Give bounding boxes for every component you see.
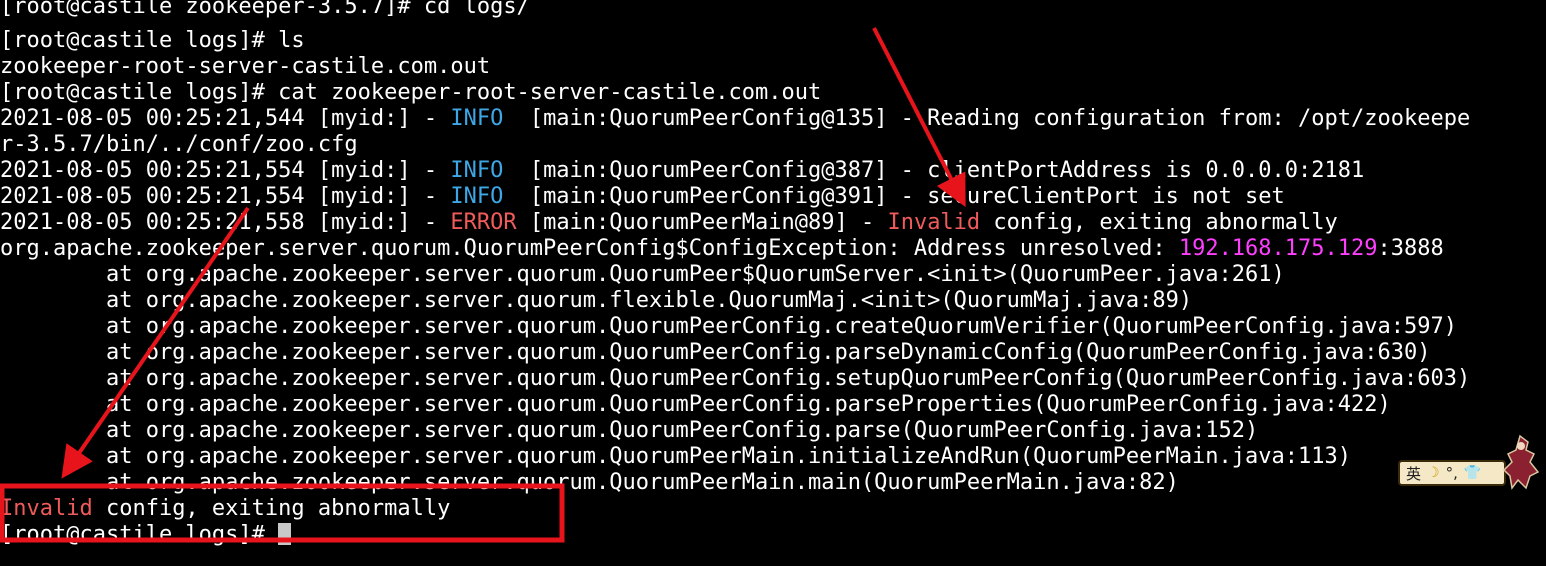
ime-mascot-icon <box>1502 434 1540 490</box>
stack-trace-line: at org.apache.zookeeper.server.quorum.fl… <box>0 288 1192 314</box>
log-level-info: INFO <box>450 106 504 131</box>
error-summary-line: Invalid config, exiting abnormally <box>0 496 450 522</box>
shell-prompt: [root@castile logs]# <box>0 522 279 547</box>
stack-trace-line: at org.apache.zookeeper.server.quorum.Qu… <box>0 444 1351 470</box>
terminal-line: [root@castile zookeeper-3.5.7]# cd logs/ <box>0 0 530 20</box>
log-prefix: 2021-08-05 00:25:21,558 [myid:] - <box>0 210 451 235</box>
stack-frame: at org.apache.zookeeper.server.quorum.Qu… <box>0 314 1457 339</box>
stack-trace-line: at org.apache.zookeeper.server.quorum.Qu… <box>0 470 1179 496</box>
ip-address: 192.168.175.129 <box>1178 236 1378 261</box>
terminal-line: [root@castile logs]# cat zookeeper-root-… <box>0 80 821 106</box>
stack-frame: at org.apache.zookeeper.server.quorum.fl… <box>0 288 1193 313</box>
punctuation-icon[interactable]: °, <box>1446 464 1458 482</box>
log-level-info: INFO <box>450 184 504 209</box>
log-source: [main:QuorumPeerMain@89] - <box>516 210 888 235</box>
log-level-error: ERROR <box>450 210 517 235</box>
terminal-line: zookeeper-root-server-castile.com.out <box>0 54 490 80</box>
log-prefix: 2021-08-05 00:25:21,544 [myid:] - <box>0 106 451 131</box>
log-message: [main:QuorumPeerConfig@135] - Reading co… <box>503 106 1471 131</box>
stack-trace-line: at org.apache.zookeeper.server.quorum.Qu… <box>0 314 1457 340</box>
exception-text: org.apache.zookeeper.server.quorum.Quoru… <box>0 236 1179 261</box>
log-line: 2021-08-05 00:25:21,554 [myid:] - INFO [… <box>0 158 1364 184</box>
stack-trace-line: at org.apache.zookeeper.server.quorum.Qu… <box>0 340 1431 366</box>
log-line: 2021-08-05 00:25:21,544 [myid:] - INFO [… <box>0 106 1470 132</box>
error-summary-text: config, exiting abnormally <box>92 496 451 521</box>
terminal-window[interactable]: [root@castile zookeeper-3.5.7]# cd logs/… <box>0 0 1546 566</box>
command-text: [root@castile logs]# cat zookeeper-root-… <box>0 80 822 105</box>
log-prefix: 2021-08-05 00:25:21,554 [myid:] - <box>0 158 451 183</box>
moon-icon[interactable]: ☽ <box>1427 465 1440 481</box>
stack-frame: at org.apache.zookeeper.server.quorum.Qu… <box>0 418 1259 443</box>
log-prefix: 2021-08-05 00:25:21,554 [myid:] - <box>0 184 451 209</box>
stack-frame: at org.apache.zookeeper.server.quorum.Qu… <box>0 392 1391 417</box>
stack-trace-line: at org.apache.zookeeper.server.quorum.Qu… <box>0 262 1285 288</box>
exception-line: org.apache.zookeeper.server.quorum.Quoru… <box>0 236 1444 262</box>
log-line-error: 2021-08-05 00:25:21,558 [myid:] - ERROR … <box>0 210 1338 236</box>
command-text: [root@castile zookeeper-3.5.7]# cd logs/ <box>0 0 530 19</box>
port-text: :3888 <box>1377 236 1444 261</box>
log-message: [main:QuorumPeerConfig@391] - secureClie… <box>503 184 1285 209</box>
stack-frame: at org.apache.zookeeper.server.quorum.Qu… <box>0 470 1179 495</box>
prompt-line[interactable]: [root@castile logs]# <box>0 522 292 548</box>
log-message: config, exiting abnormally <box>980 210 1338 235</box>
terminal-line: [root@castile logs]# ls <box>0 28 305 54</box>
log-level-info: INFO <box>450 158 504 183</box>
stack-trace-line: at org.apache.zookeeper.server.quorum.Qu… <box>0 392 1391 418</box>
stack-frame: at org.apache.zookeeper.server.quorum.Qu… <box>0 262 1285 287</box>
invalid-keyword: Invalid <box>887 210 981 235</box>
log-message: [main:QuorumPeerConfig@387] - clientPort… <box>503 158 1365 183</box>
stack-trace-line: at org.apache.zookeeper.server.quorum.Qu… <box>0 418 1258 444</box>
output-text: zookeeper-root-server-castile.com.out <box>0 54 491 79</box>
command-text: [root@castile logs]# ls <box>0 28 305 53</box>
ime-mode-label[interactable]: 英 <box>1406 463 1421 484</box>
log-line: 2021-08-05 00:25:21,554 [myid:] - INFO [… <box>0 184 1285 210</box>
text-cursor <box>278 523 292 545</box>
stack-trace-line: at org.apache.zookeeper.server.quorum.Qu… <box>0 366 1470 392</box>
ime-status-bar[interactable]: 英 ☽ °, 👕 <box>1398 460 1506 486</box>
log-line-continuation: r-3.5.7/bin/../conf/zoo.cfg <box>0 132 358 158</box>
stack-frame: at org.apache.zookeeper.server.quorum.Qu… <box>0 340 1431 365</box>
stack-frame: at org.apache.zookeeper.server.quorum.Qu… <box>0 444 1352 469</box>
output-text: r-3.5.7/bin/../conf/zoo.cfg <box>0 132 358 157</box>
invalid-keyword: Invalid <box>0 496 93 521</box>
stack-frame: at org.apache.zookeeper.server.quorum.Qu… <box>0 366 1471 391</box>
skin-icon[interactable]: 👕 <box>1464 465 1481 481</box>
